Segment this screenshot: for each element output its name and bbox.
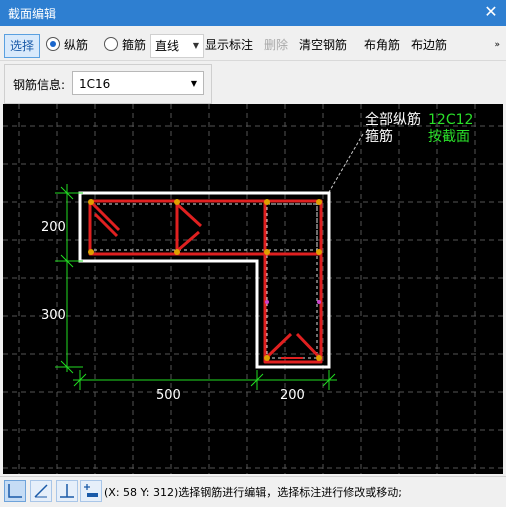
section-drawing [3,104,503,474]
show-annotation-button[interactable]: 显示标注 [205,34,253,56]
dim-left-300[interactable]: 300 [41,308,66,323]
stirrup-canvas-value[interactable]: 按截面 [428,129,470,145]
rebar-info-label: 钢筋信息: [13,78,66,92]
polar-icon[interactable] [30,480,52,502]
all-longitudinal-label: 全部纵筋 [365,112,421,128]
drawing-canvas[interactable]: 全部纵筋 12C12 箍筋 按截面 200 300 500 200 [3,104,503,474]
draw-mode-value: 直线 [155,39,180,53]
stirrup-radio[interactable]: 箍筋 [104,34,146,56]
longitudinal-radio[interactable]: 纵筋 [46,34,88,56]
radio-checked-icon [46,37,60,51]
grid [3,104,503,474]
status-bar: (X: 58 Y: 312)选择钢筋进行编辑，选择标注进行修改或移动; [0,476,506,507]
rebar-info-select[interactable]: 1C16 ▼ [72,71,204,95]
corner-rebar-button[interactable]: 布角筋 [364,34,400,56]
rebar-info-panel: 钢筋信息: 1C16 ▼ [4,64,212,104]
dim-left-200[interactable]: 200 [41,220,66,235]
radio-unchecked-icon [104,37,118,51]
longitudinal-label: 纵筋 [64,38,89,52]
select-button[interactable]: 选择 [4,34,40,58]
leader-line [328,133,364,193]
rebar-info-value: 1C16 [79,77,111,91]
ortho-icon[interactable] [4,480,26,502]
window-title: 截面编辑 [8,7,57,21]
dim-bottom-200[interactable]: 200 [280,388,305,403]
stirrup-label: 箍筋 [122,38,147,52]
status-message: (X: 58 Y: 312)选择钢筋进行编辑，选择标注进行修改或移动; [104,486,402,499]
all-longitudinal-value[interactable]: 12C12 [428,112,473,128]
edge-rebar-button[interactable]: 布边筋 [411,34,447,56]
draw-mode-dropdown[interactable]: 直线 ▼ [150,34,204,58]
stirrups [88,199,323,364]
osnap-icon[interactable] [56,480,78,502]
dynamic-input-icon[interactable] [80,480,102,502]
chevron-down-icon: ▼ [192,41,199,50]
stirrup-dashed [90,203,318,359]
delete-button[interactable]: 删除 [264,34,288,56]
chevron-down-icon: ▼ [190,79,197,88]
title-bar: 截面编辑 ✕ [0,0,506,26]
stirrup-canvas-label: 箍筋 [365,129,393,145]
section-outline [78,191,331,369]
toolbar: 选择 纵筋 箍筋 直线 ▼ 显示标注 删除 清空钢筋 布角筋 布边筋 » [0,30,506,61]
section-edit-window: 截面编辑 ✕ 选择 纵筋 箍筋 直线 ▼ 显示标注 删除 清空钢筋 布角筋 布边… [0,0,506,507]
close-icon[interactable]: ✕ [482,2,500,22]
dim-bottom-500[interactable]: 500 [156,388,181,403]
more-chevron-icon[interactable]: » [494,34,500,56]
clear-rebar-button[interactable]: 清空钢筋 [299,34,347,56]
